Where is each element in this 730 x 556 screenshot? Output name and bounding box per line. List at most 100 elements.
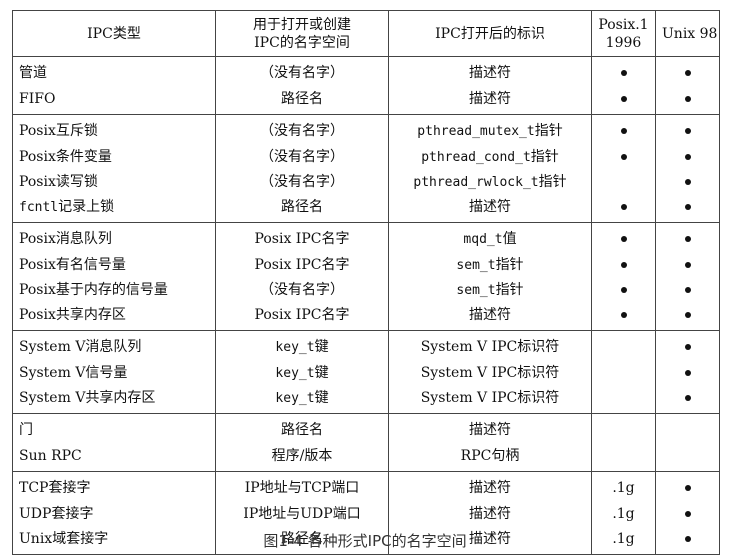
ipc-type-label: System V共享内存区 — [19, 389, 156, 406]
identifier-cell: 描述符 — [388, 501, 592, 526]
ipc-type-label: Posix消息队列 — [19, 231, 112, 247]
header-posix: Posix.1 1996 — [591, 10, 656, 57]
ipc-type-cell: Posix互斥锁 — [12, 114, 216, 144]
table-row: System V共享内存区 key_t键 System V IPC标识符 — [12, 385, 720, 414]
posix-note: .1g — [612, 505, 635, 522]
unix98-cell — [655, 194, 720, 223]
posix-cell — [591, 252, 656, 277]
table-row: Posix共享内存区 Posix IPC名字 描述符 — [12, 302, 720, 331]
posix-support-dot-icon — [620, 128, 627, 134]
namespace-cell: IP地址与TCP端口 — [215, 471, 389, 501]
posix-cell — [591, 413, 656, 443]
namespace-label: Posix IPC名字 — [254, 256, 350, 273]
unix98-support-dot-icon — [684, 369, 691, 376]
table-row: FIFO 路径名 描述符 — [12, 86, 720, 115]
identifier-cell: mqd_t值 — [388, 222, 592, 252]
identifier-suffix: 值 — [502, 231, 517, 247]
identifier-cell: 描述符 — [388, 302, 592, 331]
posix-support-dot-icon — [620, 261, 627, 268]
ipc-type-cell: Sun RPC — [12, 443, 216, 472]
header-namespace-line1: 用于打开或创建 — [253, 16, 351, 33]
unix98-cell — [655, 302, 720, 331]
posix-cell — [591, 144, 656, 169]
unix98-support-dot-icon — [684, 236, 691, 242]
ipc-type-suffix: 记录上锁 — [58, 198, 115, 215]
posix-cell — [591, 169, 656, 194]
namespace-suffix: 键 — [314, 364, 329, 381]
namespace-cell: （没有名字） — [215, 114, 389, 144]
table-row: UDP套接字 IP地址与UDP端口 描述符 .1g — [12, 501, 720, 526]
header-namespace-line2: IPC的名字空间 — [254, 34, 350, 51]
namespace-label: （没有名字） — [260, 148, 344, 165]
header-identifier: IPC打开后的标识 — [388, 10, 592, 57]
unix98-cell — [655, 114, 720, 144]
identifier-label: 描述符 — [469, 306, 511, 323]
namespace-label: Posix IPC名字 — [254, 231, 350, 247]
namespace-suffix: 键 — [314, 339, 329, 355]
table-row: fcntl记录上锁 路径名 描述符 — [12, 194, 720, 223]
identifier-label: System V IPC标识符 — [420, 339, 560, 355]
posix-support-dot-icon — [620, 311, 627, 318]
unix98-support-dot-icon — [684, 153, 691, 160]
unix98-cell — [655, 252, 720, 277]
identifier-code: sem_t — [456, 282, 496, 298]
identifier-label: 描述符 — [469, 90, 511, 107]
unix98-support-dot-icon — [684, 95, 691, 102]
posix-note: .1g — [612, 480, 635, 496]
namespace-label: （没有名字） — [260, 123, 344, 139]
namespace-cell: key_t键 — [215, 330, 389, 360]
table-row: System V消息队列 key_t键 System V IPC标识符 — [12, 330, 720, 360]
ipc-type-cell: 门 — [12, 413, 216, 443]
table-body: 管道 （没有名字） 描述符 FIFO 路径名 描述符 Posix互斥锁 （没有名字） pthre… — [12, 56, 720, 555]
ipc-type-label: 门 — [19, 422, 33, 438]
identifier-label: RPC句柄 — [460, 447, 520, 464]
unix98-cell — [655, 144, 720, 169]
table-row: 管道 （没有名字） 描述符 — [12, 56, 720, 86]
namespace-code: key_t — [275, 340, 315, 355]
posix-support-dot-icon — [620, 95, 627, 102]
ipc-type-label: System V信号量 — [19, 364, 128, 381]
ipc-type-cell: fcntl记录上锁 — [12, 194, 216, 223]
posix-cell — [591, 194, 656, 223]
unix98-cell — [655, 330, 720, 360]
identifier-cell: 描述符 — [388, 56, 592, 86]
ipc-type-label: FIFO — [19, 90, 56, 107]
unix98-support-dot-icon — [684, 128, 691, 134]
posix-cell: .1g — [591, 471, 656, 501]
posix-cell — [591, 385, 656, 414]
unix98-cell — [655, 86, 720, 115]
ipc-type-cell: Posix有名信号量 — [12, 252, 216, 277]
ipc-type-cell: Posix共享内存区 — [12, 302, 216, 331]
namespace-cell: 路径名 — [215, 194, 389, 223]
table-row: 门 路径名 描述符 — [12, 413, 720, 443]
namespace-cell: （没有名字） — [215, 56, 389, 86]
ipc-type-cell: UDP套接字 — [12, 501, 216, 526]
ipc-type-label: Posix共享内存区 — [19, 306, 126, 323]
ipc-type-label: Sun RPC — [19, 447, 82, 464]
ipc-type-label: Posix读写锁 — [19, 173, 98, 190]
table-row: Posix有名信号量 Posix IPC名字 sem_t指针 — [12, 252, 720, 277]
identifier-label: 描述符 — [469, 198, 511, 215]
ipc-type-label: Posix基于内存的信号量 — [19, 281, 168, 298]
identifier-label: System V IPC标识符 — [420, 364, 560, 381]
identifier-cell: 描述符 — [388, 413, 592, 443]
identifier-cell: pthread_cond_t指针 — [388, 144, 592, 169]
namespace-label: 路径名 — [281, 90, 323, 107]
identifier-cell: System V IPC标识符 — [388, 385, 592, 414]
ipc-type-cell: System V消息队列 — [12, 330, 216, 360]
identifier-suffix: 指针 — [534, 123, 563, 139]
ipc-type-label: Posix互斥锁 — [19, 123, 98, 139]
identifier-label: System V IPC标识符 — [420, 389, 560, 406]
namespace-label: （没有名字） — [260, 173, 344, 190]
header-posix-line2: 1996 — [605, 34, 642, 51]
identifier-suffix: 指针 — [495, 281, 524, 298]
identifier-code: pthread_mutex_t — [417, 124, 535, 139]
unix98-cell — [655, 471, 720, 501]
table-row: Posix互斥锁 （没有名字） pthread_mutex_t指针 — [12, 114, 720, 144]
posix-cell — [591, 277, 656, 302]
ipc-namespace-table: IPC类型 用于打开或创建 IPC的名字空间 IPC打开后的标识 Posix.1… — [12, 10, 720, 555]
namespace-cell: Posix IPC名字 — [215, 222, 389, 252]
table-row: System V信号量 key_t键 System V IPC标识符 — [12, 360, 720, 385]
namespace-label: （没有名字） — [260, 281, 344, 298]
unix98-cell — [655, 385, 720, 414]
